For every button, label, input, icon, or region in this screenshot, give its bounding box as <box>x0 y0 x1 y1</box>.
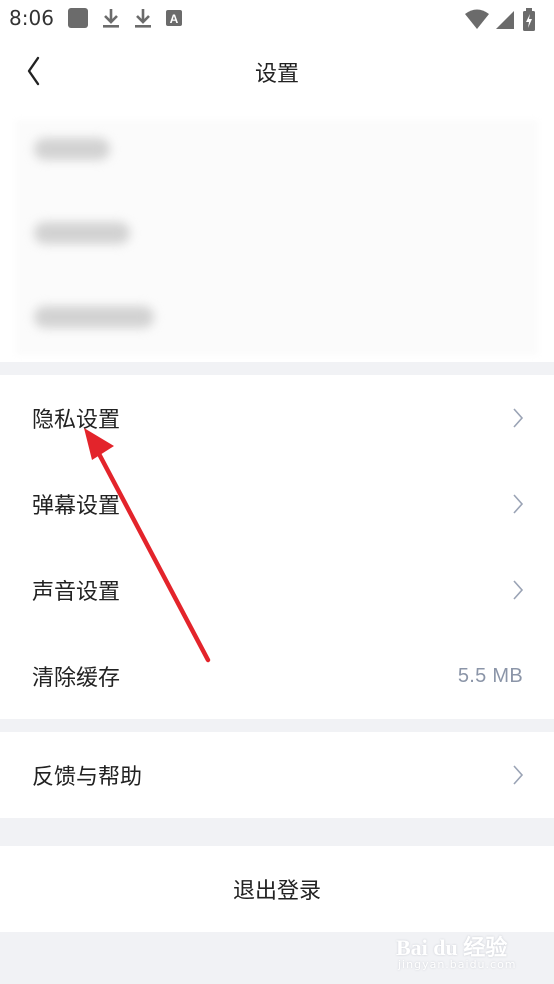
chevron-right-icon <box>513 494 524 514</box>
status-bar: 8:06 A <box>0 0 554 38</box>
wifi-icon <box>465 9 489 29</box>
signal-icon <box>496 11 514 29</box>
settings-row-privacy[interactable]: 隐私设置 <box>0 375 554 461</box>
status-icons-right <box>464 8 536 32</box>
chevron-right-icon <box>513 765 524 785</box>
chevron-right-icon <box>513 408 524 428</box>
status-time: 8:06 <box>9 6 54 30</box>
row-label: 隐私设置 <box>32 408 121 433</box>
page-title: 设置 <box>254 62 299 87</box>
status-icons-left: A <box>67 7 195 29</box>
logout-button[interactable]: 退出登录 <box>0 846 554 932</box>
square-app-icon <box>68 8 88 28</box>
font-a-icon: A <box>166 10 182 26</box>
battery-charging-icon <box>523 8 535 31</box>
app-header: 设置 <box>0 38 554 104</box>
settings-section-main: 隐私设置 弹幕设置 声音设置 清除缓存 5.5 MB <box>0 375 554 719</box>
blurred-text-1 <box>34 138 110 160</box>
settings-row-sound[interactable]: 声音设置 <box>0 547 554 633</box>
blurred-text-3 <box>34 306 154 328</box>
row-label: 反馈与帮助 <box>32 765 143 790</box>
cache-size-value: 5.5 MB <box>457 664 523 687</box>
row-label: 弹幕设置 <box>32 494 121 519</box>
row-label: 声音设置 <box>32 580 121 605</box>
download-icon <box>135 9 151 28</box>
settings-row-feedback[interactable]: 反馈与帮助 <box>0 732 554 818</box>
blurred-account-section <box>0 104 554 362</box>
settings-section-help: 反馈与帮助 <box>0 732 554 818</box>
logout-label: 退出登录 <box>232 879 321 904</box>
watermark-url: jingyan.baidu.com <box>398 958 517 971</box>
watermark: Bai du 经验 jingyan.baidu.com <box>396 930 526 978</box>
chevron-right-icon <box>513 580 524 600</box>
svg-text:A: A <box>170 12 179 26</box>
blurred-text-2 <box>34 222 130 244</box>
settings-row-danmaku[interactable]: 弹幕设置 <box>0 461 554 547</box>
row-label: 清除缓存 <box>32 666 121 691</box>
settings-row-clear-cache[interactable]: 清除缓存 5.5 MB <box>0 633 554 719</box>
download-icon <box>103 9 119 28</box>
